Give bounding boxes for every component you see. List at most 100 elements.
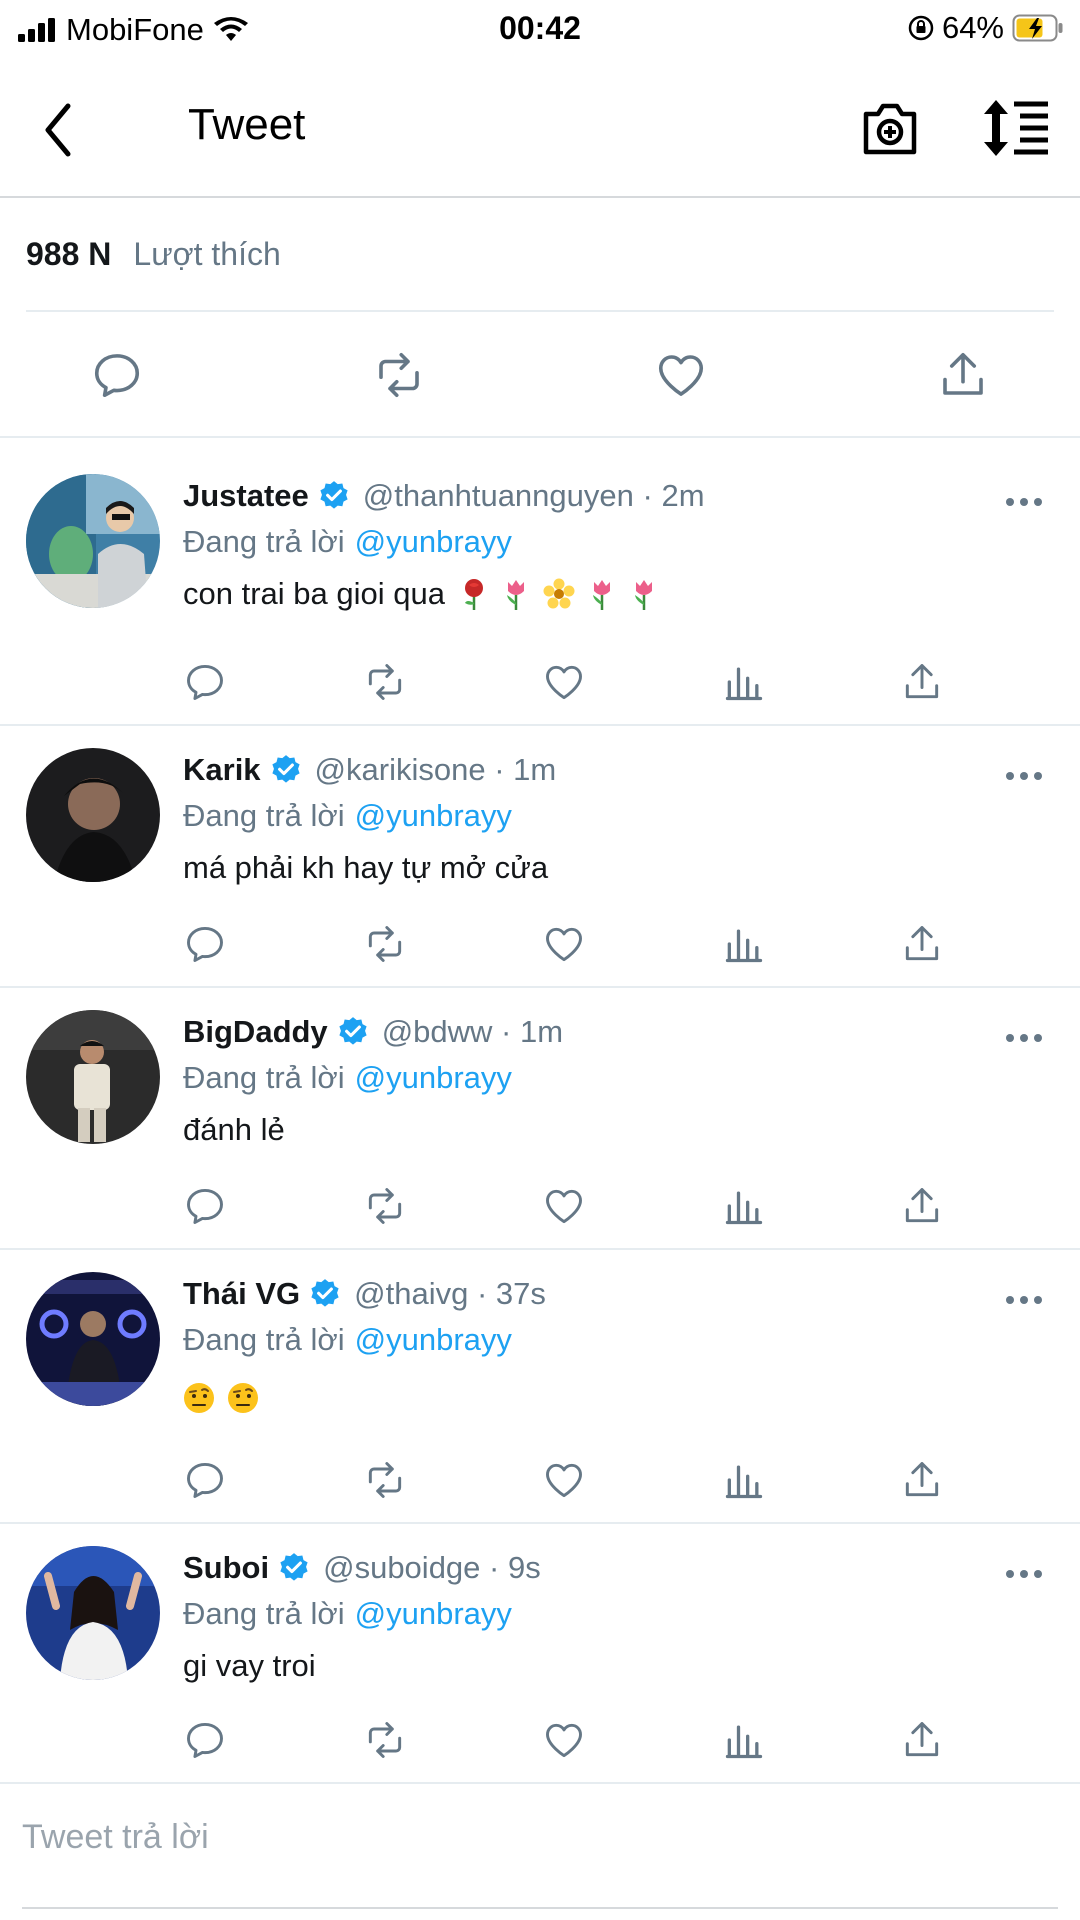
- avatar[interactable]: [26, 1546, 160, 1680]
- retweet-icon[interactable]: [363, 1184, 407, 1228]
- like-heart-icon[interactable]: [542, 660, 586, 704]
- sort-icon[interactable]: [982, 98, 1052, 158]
- handle[interactable]: @thanhtuannguyen: [363, 478, 634, 514]
- reply-header: Suboi @suboidge · 9s: [183, 1550, 541, 1586]
- raised-eyebrow-emoji: [184, 1383, 214, 1413]
- mention-link[interactable]: @yunbrayy: [355, 524, 512, 559]
- reply-header: Thái VG @thaivg · 37s: [183, 1276, 546, 1312]
- avatar[interactable]: [26, 474, 160, 608]
- likes-summary[interactable]: 988 N Lượt thích: [26, 198, 1054, 312]
- retweet-icon[interactable]: [363, 1718, 407, 1762]
- share-icon[interactable]: [900, 922, 944, 966]
- status-bar: MobiFone 00:42 64%: [0, 0, 1080, 54]
- emoji-row: [459, 577, 659, 611]
- replying-to: Đang trả lời @yunbrayy: [183, 1322, 512, 1358]
- separator-dot: ·: [492, 1014, 520, 1049]
- more-options-icon[interactable]: [1004, 1032, 1044, 1044]
- reply-text: đánh lẻ: [183, 1112, 285, 1148]
- share-icon[interactable]: [936, 348, 990, 402]
- verified-badge-icon: [320, 481, 348, 509]
- avatar[interactable]: [26, 1010, 160, 1144]
- battery-percent: 64%: [941, 10, 1004, 45]
- more-options-icon[interactable]: [1004, 1294, 1044, 1306]
- more-options-icon[interactable]: [1004, 1568, 1044, 1580]
- more-options-icon[interactable]: [1004, 496, 1044, 508]
- reply-text-content: gi vay troi: [183, 1648, 316, 1683]
- like-heart-icon[interactable]: [654, 348, 708, 402]
- timestamp: 1m: [513, 752, 557, 787]
- reply-header: BigDaddy @bdww · 1m: [183, 1014, 563, 1050]
- reply-icon[interactable]: [183, 1184, 227, 1228]
- like-heart-icon[interactable]: [542, 1184, 586, 1228]
- display-name[interactable]: Thái VG: [183, 1276, 300, 1312]
- display-name[interactable]: Suboi: [183, 1550, 269, 1586]
- analytics-icon[interactable]: [722, 1458, 766, 1502]
- reply-icon[interactable]: [183, 1718, 227, 1762]
- tweet-action-bar: [0, 312, 1080, 438]
- analytics-icon[interactable]: [722, 1184, 766, 1228]
- display-name[interactable]: Karik: [183, 752, 261, 788]
- reply-tweet-thaivg[interactable]: Thái VG @thaivg · 37s Đang trả lời @yunbr…: [0, 1250, 1080, 1524]
- reply-icon[interactable]: [90, 348, 144, 402]
- mention-link[interactable]: @yunbrayy: [355, 798, 512, 833]
- reply-text: con trai ba gioi qua: [183, 576, 659, 612]
- blossom-emoji: [543, 578, 575, 609]
- reply-composer: [0, 1785, 1080, 1920]
- separator-dot: ·: [468, 1276, 496, 1311]
- share-icon[interactable]: [900, 1458, 944, 1502]
- avatar[interactable]: [26, 1272, 160, 1406]
- share-icon[interactable]: [900, 1184, 944, 1228]
- timestamp: 37s: [495, 1276, 546, 1311]
- separator-dot: ·: [485, 752, 514, 787]
- like-heart-icon[interactable]: [542, 922, 586, 966]
- timestamp: 9s: [507, 1550, 541, 1585]
- reply-icon[interactable]: [183, 660, 227, 704]
- reply-text-content: con trai ba gioi qua: [183, 576, 445, 611]
- more-options-icon[interactable]: [1004, 770, 1044, 782]
- reply-icon[interactable]: [183, 1458, 227, 1502]
- reply-tweet-justatee[interactable]: Justatee @thanhtuannguyen · 2m Đang trả …: [0, 440, 1080, 726]
- display-name[interactable]: BigDaddy: [183, 1014, 328, 1050]
- reply-tweet-suboi[interactable]: Suboi @suboidge · 9s Đang trả lời @yunbra…: [0, 1524, 1080, 1784]
- analytics-icon[interactable]: [722, 922, 766, 966]
- reply-tweet-karik[interactable]: Karik @karikisone · 1m Đang trả lời @yunb…: [0, 726, 1080, 988]
- reply-tweet-bigdaddy[interactable]: BigDaddy @bdww · 1m Đang trả lời @yunbray…: [0, 988, 1080, 1250]
- display-name[interactable]: Justatee: [183, 478, 309, 514]
- handle[interactable]: @bdww: [382, 1014, 493, 1050]
- replying-to: Đang trả lời @yunbrayy: [183, 524, 512, 560]
- separator-dot: ·: [480, 1550, 508, 1585]
- mention-link[interactable]: @yunbrayy: [355, 1060, 512, 1095]
- like-heart-icon[interactable]: [542, 1718, 586, 1762]
- handle[interactable]: @thaivg: [354, 1276, 468, 1312]
- replying-prefix: Đang trả lời: [183, 1596, 345, 1631]
- separator-dot: ·: [633, 478, 662, 513]
- camera-add-icon[interactable]: [860, 96, 920, 160]
- reply-icon[interactable]: [183, 922, 227, 966]
- replying-prefix: Đang trả lời: [183, 1060, 345, 1095]
- handle[interactable]: @suboidge: [323, 1550, 480, 1586]
- handle[interactable]: @karikisone: [315, 752, 486, 788]
- reply-header: Karik @karikisone · 1m: [183, 752, 556, 788]
- reply-input[interactable]: [22, 1807, 1052, 1867]
- analytics-icon[interactable]: [722, 1718, 766, 1762]
- reply-text: [183, 1382, 259, 1414]
- rose-emoji: [464, 579, 483, 610]
- retweet-icon[interactable]: [363, 1458, 407, 1502]
- like-heart-icon[interactable]: [542, 1458, 586, 1502]
- retweet-icon[interactable]: [363, 922, 407, 966]
- status-right: 64%: [908, 10, 1064, 46]
- mention-link[interactable]: @yunbrayy: [355, 1596, 512, 1631]
- rotation-lock-icon: [908, 15, 934, 41]
- analytics-icon[interactable]: [722, 660, 766, 704]
- avatar[interactable]: [26, 748, 160, 882]
- back-arrow-icon[interactable]: [36, 98, 80, 162]
- share-icon[interactable]: [900, 1718, 944, 1762]
- retweet-icon[interactable]: [372, 348, 426, 402]
- mention-link[interactable]: @yunbrayy: [355, 1322, 512, 1357]
- share-icon[interactable]: [900, 660, 944, 704]
- retweet-icon[interactable]: [363, 660, 407, 704]
- likes-count: 988 N: [26, 235, 112, 272]
- battery-charging-icon: [1012, 14, 1063, 42]
- reply-text-content: đánh lẻ: [183, 1112, 285, 1147]
- emoji-row: [183, 1382, 259, 1414]
